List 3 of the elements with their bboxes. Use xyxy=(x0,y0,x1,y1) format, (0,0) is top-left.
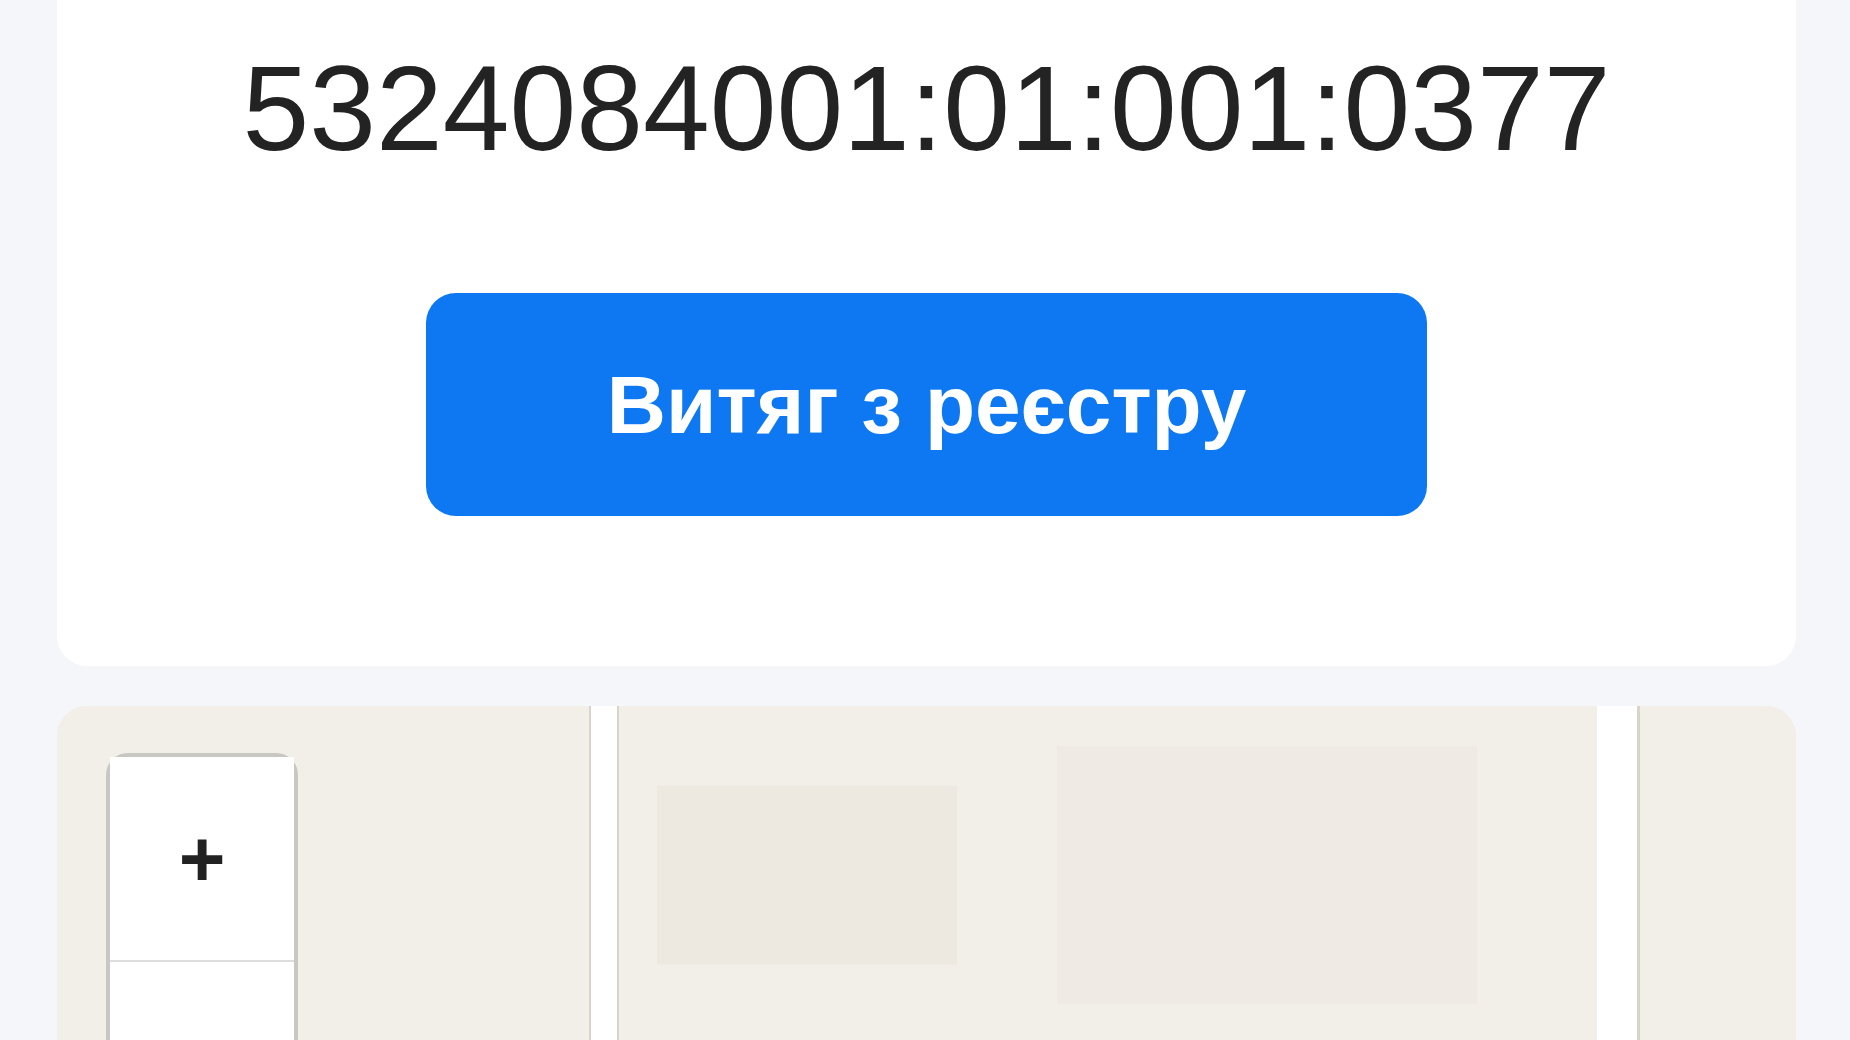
registry-extract-button[interactable]: Витяг з реєстру xyxy=(426,293,1427,516)
cadastral-number: 5324084001:01:001:0377 xyxy=(242,40,1611,177)
zoom-in-button[interactable]: + xyxy=(110,757,294,962)
